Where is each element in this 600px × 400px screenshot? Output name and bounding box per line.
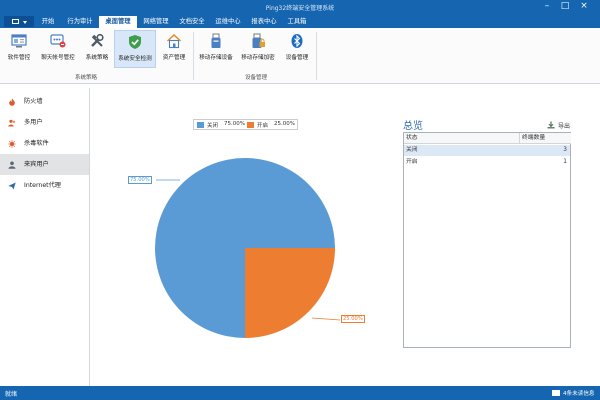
download-icon [547, 121, 555, 129]
cell-status: 开启 [406, 159, 418, 165]
pie-slice-open[interactable] [245, 248, 335, 338]
export-label: 导出 [558, 123, 571, 130]
column-header-status[interactable]: 状态 [404, 133, 520, 144]
overview-table: 状态 终端数量 关闭 3 开启 1 [403, 132, 571, 348]
status-bar: 就绪 4条未读信息 [0, 386, 600, 400]
leader-line-open [311, 317, 341, 321]
legend-swatch-closed [197, 122, 204, 128]
cell-count: 3 [563, 147, 567, 153]
unread-messages[interactable]: 4条未读信息 [563, 389, 595, 397]
legend-value-open: 25.00% [274, 121, 295, 127]
legend-swatch-open [247, 122, 254, 128]
chart-legend: 关闭 75.00% 开启 25.00% [193, 119, 298, 130]
legend-value-closed: 75.00% [224, 121, 245, 127]
overview-title: 总览 [403, 121, 423, 132]
cell-status: 关闭 [406, 147, 418, 153]
table-row[interactable]: 开启 1 [404, 157, 570, 168]
table-row[interactable]: 关闭 3 [404, 145, 570, 156]
slice-label-closed: 75.00% [128, 176, 152, 184]
legend-label-open: 开启 [257, 123, 269, 129]
cell-count: 1 [563, 159, 567, 165]
slice-label-open: 25.00% [341, 315, 365, 323]
legend-label-closed: 关闭 [207, 123, 219, 129]
column-header-count[interactable]: 终端数量 [520, 133, 571, 144]
message-icon[interactable] [552, 390, 560, 396]
status-text: 就绪 [5, 391, 18, 398]
